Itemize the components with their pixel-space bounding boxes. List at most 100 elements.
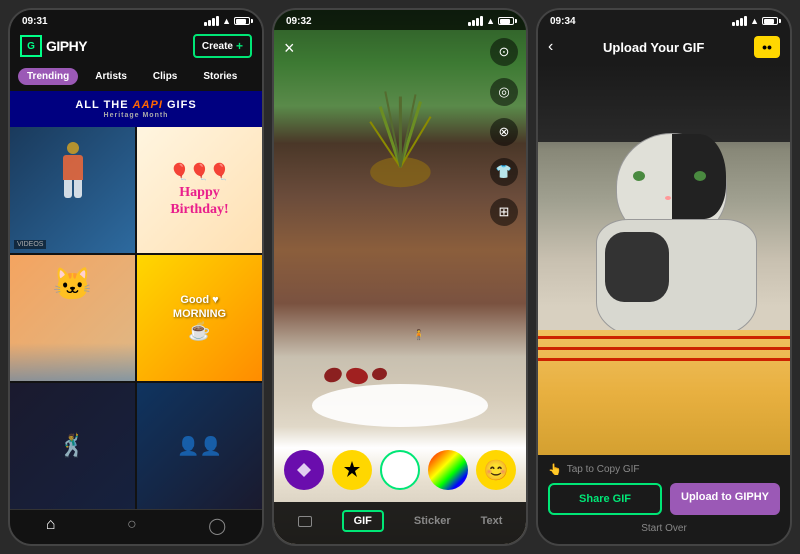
- menu-dots-button[interactable]: ••: [754, 36, 780, 58]
- phone2-time: 09:32: [286, 16, 312, 27]
- battery-icon: [234, 17, 250, 25]
- giphy-logo-box: G: [20, 35, 42, 57]
- upload-giphy-button[interactable]: Upload to GIPHY: [670, 483, 780, 515]
- share-gif-button[interactable]: Share GIF: [548, 483, 662, 515]
- plant-svg: [350, 30, 451, 244]
- cat-body-area: [576, 123, 778, 338]
- cat-icon: 🐱: [53, 265, 93, 303]
- giphy-logo: G GIPHY: [20, 35, 87, 57]
- upload-bottom: 👆 Tap to Copy GIF Share GIF Upload to GI…: [538, 455, 790, 544]
- back-button[interactable]: ‹: [548, 38, 553, 56]
- aapi-text: ALL THE AAPI GIFS Heritage Month: [18, 99, 254, 119]
- stripe3: [538, 358, 790, 361]
- sticker-row: 😊: [274, 444, 526, 496]
- phone3-upload: 09:34 ▲ ‹ Upload Your GIF ••: [536, 8, 792, 546]
- photo-tab-area: [298, 510, 312, 532]
- close-button[interactable]: ×: [284, 38, 295, 59]
- cat-torso: [596, 219, 757, 337]
- phone3-status-bar: 09:34 ▲: [538, 10, 790, 30]
- tap-icon: 👆: [548, 463, 562, 476]
- gif-cell-dark2[interactable]: 👤👤: [137, 383, 262, 509]
- giphy-header: G GIPHY Create +: [10, 30, 262, 64]
- balloons-icon: 🎈🎈🎈: [170, 162, 230, 182]
- photo-tab-icon: [298, 516, 312, 527]
- morning-text: Good ♥MORNING: [173, 294, 226, 320]
- purple-shape-icon: [295, 461, 313, 479]
- sticker-purple[interactable]: [284, 450, 324, 490]
- nav-clips[interactable]: Clips: [144, 68, 186, 85]
- camera-flip-icon[interactable]: ⊙: [490, 38, 518, 66]
- camera-top-icons: ⊙ ◎ ⊗ 👕 ⊞: [490, 38, 518, 226]
- tap-copy-text: Tap to Copy GIF: [567, 464, 640, 475]
- nav-artists[interactable]: Artists: [86, 68, 136, 85]
- wifi-icon: ▲: [486, 16, 495, 26]
- giphy-logo-text: GIPHY: [46, 38, 87, 54]
- profile-icon[interactable]: ◯: [208, 516, 226, 536]
- start-over-button[interactable]: Start Over: [548, 523, 780, 534]
- sticker-smile[interactable]: 😊: [476, 450, 516, 490]
- camera-view: 🧍 × ⊙ ◎ ⊗ 👕 ⊞: [274, 10, 526, 544]
- dark-figure2: 👤👤: [177, 436, 222, 457]
- search-icon[interactable]: ○: [127, 516, 137, 536]
- gif-cell-cat[interactable]: 🐱: [10, 255, 135, 381]
- lens-icon[interactable]: ◎: [490, 78, 518, 106]
- wifi-icon: ▲: [750, 16, 759, 26]
- upload-header: ‹ Upload Your GIF ••: [538, 30, 790, 64]
- plate: [312, 384, 488, 427]
- signal-icon: [468, 16, 483, 26]
- phone3-status-icons: ▲: [732, 16, 778, 26]
- rocks: [324, 368, 387, 384]
- phone2-status-icons: ▲: [468, 16, 514, 26]
- phone1-status-icons: ▲: [204, 16, 250, 26]
- phone2-camera: 09:32 ▲: [272, 8, 528, 546]
- shirt-icon[interactable]: 👕: [490, 158, 518, 186]
- stripe2: [538, 347, 790, 350]
- gif-cell-sports[interactable]: VIDEOS: [10, 127, 135, 253]
- action-buttons: Share GIF Upload to GIPHY: [548, 483, 780, 515]
- tab-text[interactable]: Text: [481, 510, 503, 532]
- gif-cell-birthday[interactable]: 🎈🎈🎈 HappyBirthday!: [137, 127, 262, 253]
- cat-eye-left: [633, 171, 645, 181]
- battery-icon: [498, 17, 514, 25]
- screenshots-container: 09:31 ▲ G GIPHY: [0, 0, 800, 554]
- nav-sticker[interactable]: Sticker: [254, 68, 262, 85]
- tap-copy-area: 👆 Tap to Copy GIF: [548, 463, 780, 476]
- nav-stories[interactable]: Stories: [194, 68, 246, 85]
- timer-icon[interactable]: ⊗: [490, 118, 518, 146]
- phone1-giphy-home: 09:31 ▲ G GIPHY: [8, 8, 264, 546]
- sticker-rainbow[interactable]: [428, 450, 468, 490]
- tab-sticker[interactable]: Sticker: [414, 510, 451, 532]
- wifi-icon: ▲: [222, 16, 231, 26]
- cat-nose: [665, 196, 671, 200]
- create-button[interactable]: Create +: [193, 34, 252, 58]
- plus-icon: +: [236, 39, 243, 53]
- blanket: [538, 330, 790, 455]
- burst-icon: [341, 459, 363, 481]
- giphy-nav: Trending Artists Clips Stories Sticker: [10, 64, 262, 91]
- tiny-figure: 🧍: [413, 330, 425, 341]
- upload-title: Upload Your GIF: [603, 40, 704, 55]
- camera-tab-bar: GIF Sticker Text: [274, 502, 526, 544]
- signal-icon: [204, 16, 219, 26]
- battery-icon: [762, 17, 778, 25]
- dark-figure1: 🕺: [59, 433, 86, 459]
- nav-trending[interactable]: Trending: [18, 68, 78, 85]
- tab-gif[interactable]: GIF: [342, 510, 384, 532]
- sports-label: VIDEOS: [14, 240, 46, 249]
- home-icon[interactable]: ⌂: [46, 516, 56, 536]
- gif-grid: VIDEOS 🎈🎈🎈 HappyBirthday! 🐱 Good ♥MORNIN…: [10, 127, 262, 509]
- signal-icon: [732, 16, 747, 26]
- expand-icon[interactable]: ⊞: [490, 198, 518, 226]
- aapi-sub: Heritage Month: [18, 112, 254, 119]
- sticker-burst[interactable]: [332, 450, 372, 490]
- gif-cell-morning[interactable]: Good ♥MORNING ☕: [137, 255, 262, 381]
- phone1-bottom-bar: ⌂ ○ ◯: [10, 509, 262, 544]
- birthday-text: HappyBirthday!: [170, 185, 228, 219]
- sticker-white[interactable]: [380, 450, 420, 490]
- stripe1: [538, 336, 790, 339]
- phone2-status-bar: 09:32 ▲: [274, 10, 526, 30]
- gif-cell-dark1[interactable]: 🕺: [10, 383, 135, 509]
- cat-photo: [538, 64, 790, 455]
- aapi-banner: ALL THE AAPI GIFS Heritage Month: [10, 91, 262, 127]
- phone1-time: 09:31: [22, 16, 48, 27]
